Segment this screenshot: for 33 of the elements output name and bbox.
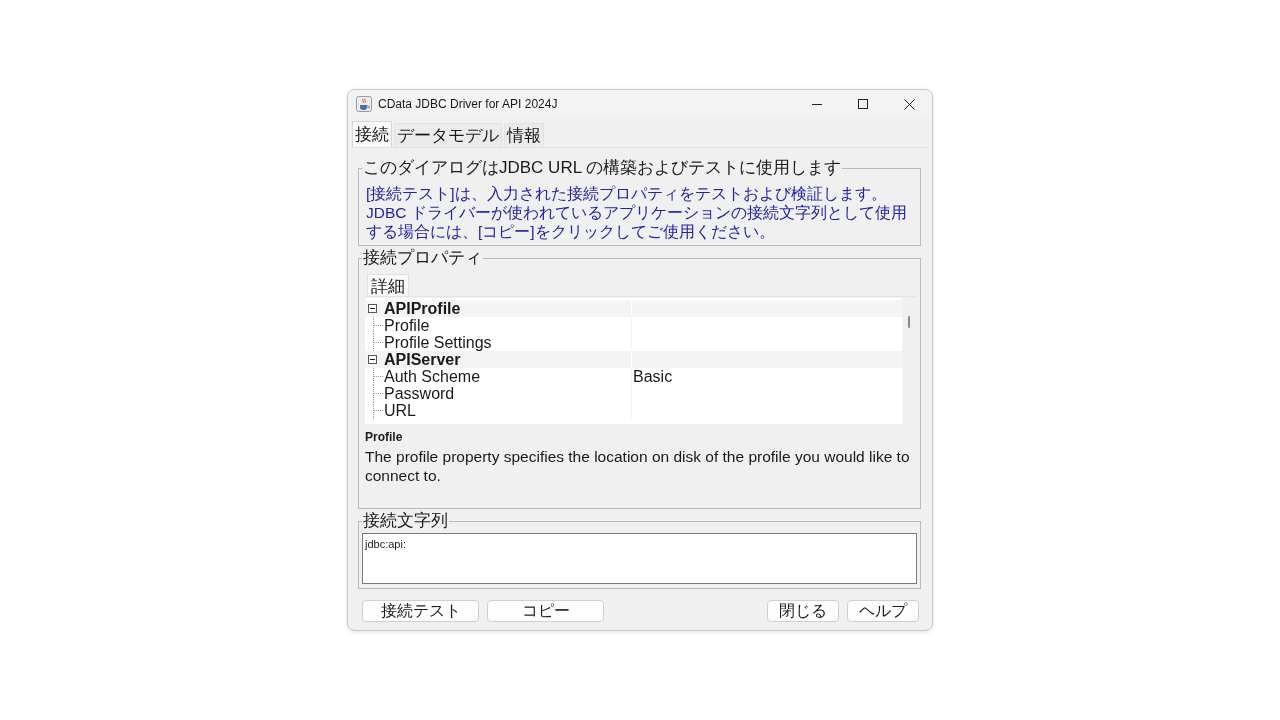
property-name[interactable]: URL bbox=[384, 402, 416, 419]
group-legend: 接続文字列 bbox=[362, 511, 449, 531]
property-name[interactable]: Profile bbox=[384, 317, 430, 334]
action-button[interactable]: 接続テスト bbox=[362, 600, 479, 622]
tree-connector bbox=[373, 402, 384, 419]
minimize-icon bbox=[812, 103, 822, 105]
window-title: CData JDBC Driver for API 2024J bbox=[378, 97, 559, 111]
property-category[interactable]: APIProfile bbox=[384, 300, 461, 317]
action-button[interactable]: コピー bbox=[487, 600, 604, 622]
property-value[interactable]: Basic bbox=[633, 368, 673, 385]
maximize-icon bbox=[858, 99, 868, 109]
description-title: Profile bbox=[365, 430, 404, 444]
scrollbar-thumb[interactable] bbox=[908, 316, 910, 328]
group-legend: このダイアログはJDBC URL の構築およびテストに使用します bbox=[362, 158, 843, 178]
tab[interactable]: 詳細 bbox=[367, 274, 409, 296]
connection-string-field[interactable]: jdbc:api: bbox=[362, 533, 917, 584]
property-name[interactable]: Profile Settings bbox=[384, 334, 492, 351]
tab[interactable]: データモデル bbox=[394, 123, 502, 147]
property-name[interactable]: Auth Scheme bbox=[384, 368, 481, 385]
info-text: JDBC ドライバーが使われているアプリケーションの接続文字列として使用する場合には、[コピー]をクリックしてご使用ください。 bbox=[366, 203, 908, 241]
cup-icon bbox=[356, 96, 372, 112]
collapse-icon[interactable] bbox=[368, 304, 377, 313]
description-text: The profile property specifies the location on disk of the profile you would like to connect to. bbox=[365, 447, 911, 485]
property-name[interactable]: Password bbox=[384, 385, 455, 402]
action-button[interactable]: ヘルプ bbox=[847, 600, 919, 622]
group-legend: 接続プロパティ bbox=[362, 248, 483, 268]
tab[interactable]: 接続 bbox=[352, 121, 392, 147]
collapse-icon[interactable] bbox=[368, 355, 377, 364]
info-text: [接続テスト]は、入力された接続プロパティをテストおよび検証します。 bbox=[366, 184, 888, 203]
tab[interactable]: 情報 bbox=[504, 123, 544, 147]
action-button[interactable]: 閉じる bbox=[767, 600, 839, 622]
property-category[interactable]: APIServer bbox=[384, 351, 461, 368]
close-icon bbox=[903, 98, 915, 110]
